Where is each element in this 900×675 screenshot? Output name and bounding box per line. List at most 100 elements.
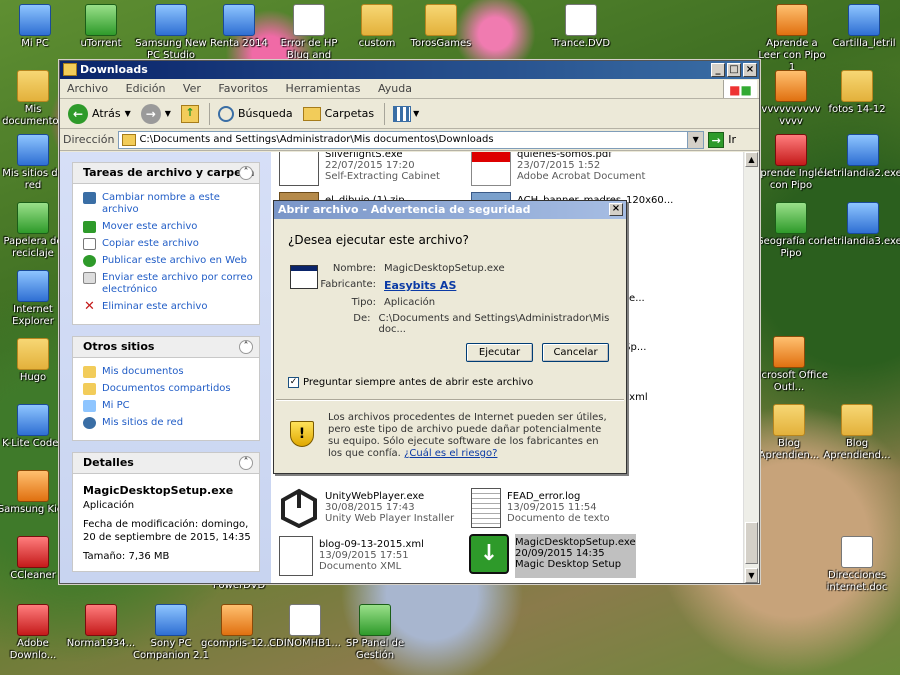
task-publish-web[interactable]: Publicar este archivo en Web bbox=[83, 255, 253, 267]
application-icon bbox=[290, 265, 318, 289]
desktop-icon-samsung-studio[interactable]: Samsung New PC Studio bbox=[132, 4, 210, 62]
desktop-icon-norma[interactable]: Norma1934... bbox=[62, 604, 140, 650]
scroll-up-button[interactable]: ▲ bbox=[745, 152, 758, 167]
desktop-icon-letrilandia3[interactable]: letrilandia3.exe bbox=[824, 202, 900, 248]
desktop-icon-error-hp[interactable]: Error de HP Blug and bbox=[270, 4, 348, 62]
desktop-icon-torosgames[interactable]: TorosGames bbox=[402, 4, 480, 50]
desktop-icon-letrilandia2[interactable]: letrilandia2.exe bbox=[824, 134, 900, 180]
pdf-file-icon bbox=[471, 152, 511, 186]
menu-ayuda[interactable]: Ayuda bbox=[371, 79, 419, 99]
task-copy[interactable]: Copiar este archivo bbox=[83, 238, 253, 250]
security-warning-dialog: Abrir archivo - Advertencia de seguridad… bbox=[273, 200, 627, 474]
desktop-icon-direcciones[interactable]: Direcciones internet.doc bbox=[818, 536, 896, 594]
desktop-icon-outlook[interactable]: Microsoft Office Outl... bbox=[750, 336, 828, 394]
dialog-divider bbox=[276, 399, 624, 401]
address-bar: Dirección C:\Documents and Settings\Admi… bbox=[60, 129, 759, 151]
folders-button[interactable]: Carpetas bbox=[299, 102, 378, 126]
desktop-icon-aprende-leer[interactable]: Aprende a Leer con Pipo 1 bbox=[754, 4, 830, 74]
cancel-button[interactable]: Cancelar bbox=[542, 343, 609, 362]
menu-herramientas[interactable]: Herramientas bbox=[279, 79, 368, 99]
pipo-icon bbox=[775, 70, 807, 102]
folder-icon bbox=[773, 404, 805, 436]
close-button[interactable]: × bbox=[743, 63, 757, 77]
menu-bar: Archivo Edición Ver Favoritos Herramient… bbox=[60, 79, 759, 99]
details-size: Tamaño: 7,36 MB bbox=[83, 551, 170, 562]
address-dropdown-button[interactable]: ▼ bbox=[687, 131, 704, 148]
installer-icon bbox=[847, 202, 879, 234]
details-header[interactable]: Detalles ˄ bbox=[72, 452, 260, 474]
address-input[interactable]: C:\Documents and Settings\Administrador\… bbox=[118, 130, 705, 149]
dialog-close-button[interactable]: × bbox=[609, 203, 623, 216]
forward-button[interactable]: → ▼ bbox=[137, 102, 175, 126]
dialog-titlebar[interactable]: Abrir archivo - Advertencia de seguridad… bbox=[274, 201, 626, 219]
place-mi-pc[interactable]: Mi PC bbox=[83, 400, 253, 412]
file-item[interactable]: FEAD_error.log 13/09/2015 11:54 Documento … bbox=[471, 488, 671, 532]
chevron-down-icon: ▼ bbox=[413, 109, 420, 118]
place-documentos-compartidos[interactable]: Documentos compartidos bbox=[83, 383, 253, 395]
network-icon bbox=[83, 417, 96, 429]
search-icon bbox=[217, 105, 234, 122]
kies-icon bbox=[17, 470, 49, 502]
task-move[interactable]: Mover este archivo bbox=[83, 221, 253, 233]
views-button[interactable]: ▼ bbox=[389, 102, 423, 126]
scroll-thumb[interactable] bbox=[745, 522, 758, 564]
menu-edicion[interactable]: Edición bbox=[119, 79, 173, 99]
minimize-button[interactable]: _ bbox=[711, 63, 725, 77]
publisher-link[interactable]: Easybits AS bbox=[384, 279, 456, 292]
window-title: Downloads bbox=[80, 63, 148, 76]
always-ask-checkbox[interactable]: ✓ bbox=[288, 377, 299, 388]
desktop-icon-renta[interactable]: Renta 2014 bbox=[200, 4, 278, 50]
run-button[interactable]: Ejecutar bbox=[466, 343, 533, 362]
desktop-icon-gcompris[interactable]: gcompris-12... bbox=[198, 604, 276, 650]
up-folder-button[interactable]: ↑ bbox=[177, 102, 203, 126]
file-item[interactable]: SilverlightS.exe 22/07/2015 17:20 Self-Ext… bbox=[279, 152, 479, 190]
download-arrow-icon: ↓ bbox=[469, 534, 509, 574]
desktop-icon-aprende-ingles[interactable]: Aprende Inglés con Pipo bbox=[752, 134, 830, 192]
menu-archivo[interactable]: Archivo bbox=[60, 79, 115, 99]
place-mis-sitios-red[interactable]: Mis sitios de red bbox=[83, 417, 253, 429]
folder-icon bbox=[361, 4, 393, 36]
tasks-panel-header[interactable]: Tareas de archivo y carpeta ˄ bbox=[72, 162, 260, 184]
back-arrow-icon: ← bbox=[68, 103, 88, 124]
scroll-down-button[interactable]: ▼ bbox=[745, 568, 758, 583]
file-item[interactable]: quienes-somos.pdf 23/07/2015 1:52 Adobe Ac… bbox=[471, 152, 671, 190]
vertical-scrollbar[interactable]: ▲ ▼ bbox=[743, 152, 759, 583]
menu-ver[interactable]: Ver bbox=[176, 79, 208, 99]
desktop-icon-geografia[interactable]: Geografía con Pipo bbox=[752, 202, 830, 260]
desktop-icon-trance-dvd[interactable]: Trance.DVD bbox=[542, 4, 620, 50]
globe-icon bbox=[83, 255, 96, 267]
go-button[interactable]: → Ir bbox=[708, 131, 736, 148]
back-button[interactable]: ← Atrás ▼ bbox=[64, 102, 135, 126]
unity-icon bbox=[279, 488, 319, 529]
desktop-icon-fotos[interactable]: fotos 14-12 bbox=[818, 70, 896, 116]
file-item[interactable]: blog-09-13-2015.xml 13/09/2015 17:51 Docum… bbox=[279, 536, 479, 580]
desktop-icon-utorrent[interactable]: uTorrent bbox=[62, 4, 140, 50]
other-places-header[interactable]: Otros sitios ˄ bbox=[72, 336, 260, 358]
maximize-button[interactable]: □ bbox=[727, 63, 741, 77]
place-mis-documentos[interactable]: Mis documentos bbox=[83, 366, 253, 378]
file-item[interactable]: UnityWebPlayer.exe 30/08/2015 17:43 Unity … bbox=[279, 488, 479, 532]
always-ask-checkbox-row[interactable]: ✓ Preguntar siempre antes de abrir este … bbox=[288, 377, 533, 388]
collapse-chevron-icon[interactable]: ˄ bbox=[239, 166, 253, 180]
explorer-titlebar[interactable]: Downloads _ □ × bbox=[60, 61, 759, 79]
sony-icon bbox=[155, 604, 187, 636]
desktop-icon-blog-aprendiend[interactable]: Blog Aprendiend... bbox=[818, 404, 896, 462]
collapse-chevron-icon[interactable]: ˄ bbox=[239, 340, 253, 354]
task-email[interactable]: Enviar este archivo por correo electróni… bbox=[83, 272, 253, 296]
collapse-chevron-icon[interactable]: ˄ bbox=[239, 456, 253, 470]
desktop-icon-blog-aprendien[interactable]: Blog Aprendien... bbox=[750, 404, 828, 462]
risk-link[interactable]: ¿Cuál es el riesgo? bbox=[404, 448, 497, 459]
menu-favoritos[interactable]: Favoritos bbox=[211, 79, 275, 99]
go-arrow-icon: → bbox=[708, 131, 725, 148]
rename-icon bbox=[83, 192, 96, 204]
task-rename[interactable]: Cambiar nombre a este archivo bbox=[83, 192, 253, 216]
desktop-icon-sp-panel[interactable]: SP Panel de Gestión bbox=[336, 604, 414, 662]
file-item-selected[interactable]: ↓ MagicDesktopSetup.exe 20/09/2015 14:35 M… bbox=[469, 534, 669, 578]
internet-explorer-icon bbox=[17, 270, 49, 302]
desktop-icon-cartilla[interactable]: Cartilla_letril bbox=[828, 4, 900, 50]
desktop-icon-cdinomhb[interactable]: CDINOMHB1... bbox=[266, 604, 344, 650]
adobe-icon bbox=[17, 604, 49, 636]
search-button[interactable]: Búsqueda bbox=[214, 102, 297, 126]
task-delete[interactable]: ✕ Eliminar este archivo bbox=[83, 300, 253, 313]
gcompris-icon bbox=[221, 604, 253, 636]
